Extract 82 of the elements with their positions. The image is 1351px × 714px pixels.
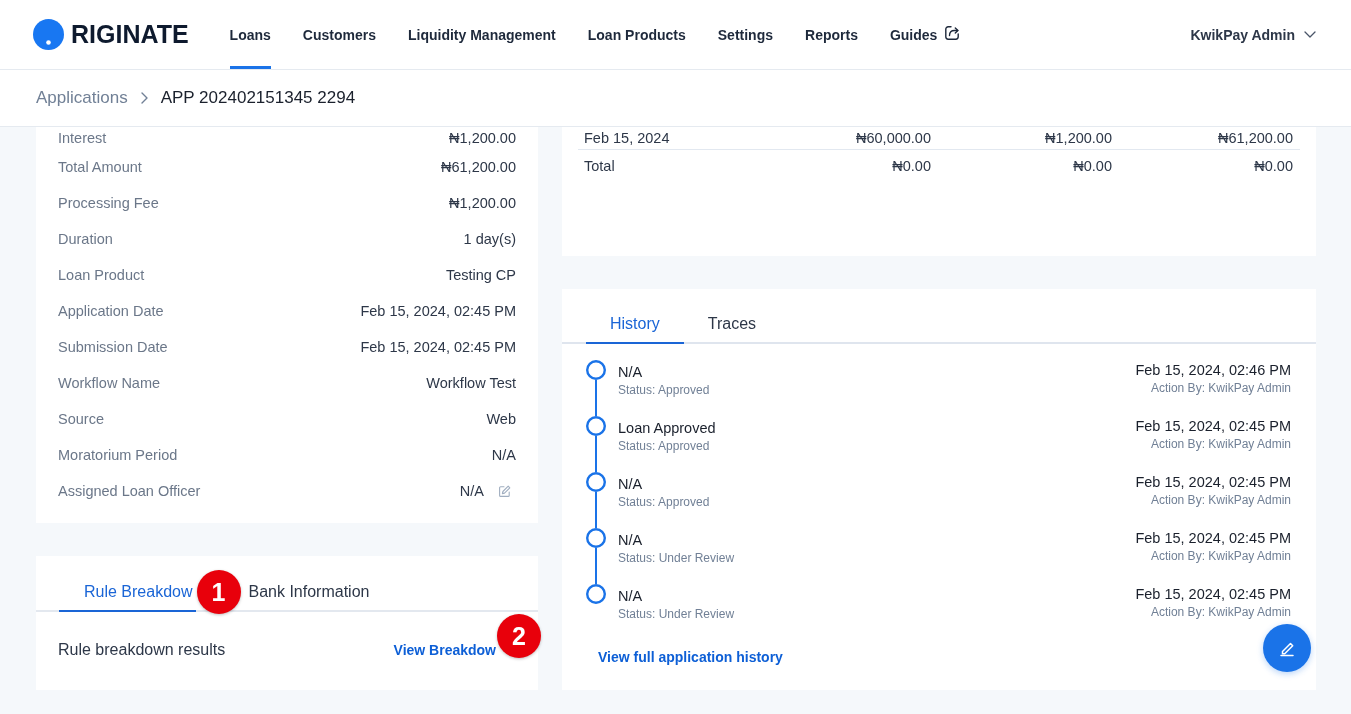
detail-value: ₦61,200.00 [441,159,516,175]
table-cell-text: ₦0.00 [1253,158,1294,174]
event-title: N/A [618,475,644,494]
detail-value: Feb 15, 2024, 02:45 PM [360,303,516,319]
detail-value: N/A [459,483,484,499]
tab[interactable]: Bank Information [242,572,373,612]
chevron-right-icon [140,92,148,104]
timeline-connector [595,492,597,528]
nav-link[interactable]: Reports [805,0,858,69]
timeline-connector [595,436,597,472]
view-breakdown-link[interactable]: View Breakdow [393,642,496,658]
callout-marker: 1 [196,570,241,614]
edit-fab-button[interactable] [1263,624,1311,672]
nav-link[interactable]: Guides [889,0,961,69]
detail-value: Feb 15, 2024, 02:45 PM [360,339,516,355]
event-actor: Action By: KwikPay Admin [1150,604,1291,620]
nav-link[interactable]: Settings [717,0,773,69]
event-date: Feb 15, 2024, 02:45 PM [1135,473,1291,492]
event-status: Status: Under Review [618,550,735,566]
timeline-circle-icon [586,528,606,548]
event-status: Status: Under Review [618,606,735,622]
detail-label: Assigned Loan Officer [58,483,201,499]
event-title: N/A [618,363,644,382]
event-date: Feb 15, 2024, 02:45 PM [1135,585,1291,604]
table-cell-text: ₦1,200.00 [1044,130,1113,146]
event-date: Feb 15, 2024, 02:46 PM [1135,361,1291,380]
event-status: Status: Approved [618,438,711,454]
event-actor: Action By: KwikPay Admin [1150,492,1291,508]
detail-label: Total Amount [58,159,142,175]
event-title: N/A [618,587,644,606]
nav-link[interactable]: Customers [302,0,376,69]
tab[interactable]: History [586,304,684,344]
rule-results-text: Rule breakdown results [58,641,226,659]
detail-label: Interest [58,130,107,146]
detail-label: Application Date [58,303,164,319]
view-history-link[interactable]: View full application history [598,649,783,665]
user-menu-button[interactable]: KwikPay Admin [1190,0,1316,69]
breadcrumb-link[interactable]: Applications [36,88,128,108]
timeline-circle-icon [586,472,606,492]
detail-value: Testing CP [445,267,516,283]
detail-label: Moratorium Period [58,447,178,463]
detail-value: Workflow Test [426,375,516,391]
chevron-down-icon [1304,31,1316,38]
event-status: Status: Approved [618,382,710,398]
detail-value: Web [486,411,516,427]
detail-value: 1 day(s) [463,231,516,247]
nav-link[interactable]: Liquidity Management [407,0,556,69]
detail-label: Processing Fee [58,195,159,211]
breadcrumb-current: APP 202402151345 2294 [160,88,356,108]
tab[interactable]: Traces [683,304,781,344]
table-cell-text: Feb 15, 2024 [583,130,671,146]
event-date: Feb 15, 2024, 02:45 PM [1135,529,1291,548]
table-cell-text: ₦60,000.00 [855,130,932,146]
logo-wordmark: RIGINATE [71,20,189,49]
detail-value: N/A [491,447,516,463]
detail-label: Source [58,411,104,427]
detail-label: Workflow Name [58,375,161,391]
callout-marker: 2 [497,614,541,658]
table-cell-text: ₦0.00 [891,158,932,174]
detail-value: ₦1,200.00 [449,195,516,211]
timeline-circle-icon [586,416,606,436]
table-cell-text: ₦61,200.00 [1217,130,1294,146]
logo-icon [33,19,64,50]
timeline-circle-icon [586,360,606,380]
detail-label: Submission Date [58,339,168,355]
event-actor: Action By: KwikPay Admin [1150,380,1291,396]
detail-label: Loan Product [58,267,145,283]
event-status: Status: Approved [618,494,710,510]
timeline-connector [595,548,597,584]
event-title: N/A [618,531,644,550]
table-cell-text: ₦0.00 [1072,158,1113,174]
nav-link[interactable]: Loan Products [587,0,686,69]
tab[interactable]: Rule Breakdow [59,572,196,612]
timeline-circle-icon [586,584,606,604]
event-actor: Action By: KwikPay Admin [1150,548,1291,564]
event-title: Loan Approved [618,419,716,438]
detail-value: ₦1,200.00 [449,130,516,146]
event-actor: Action By: KwikPay Admin [1150,436,1291,452]
detail-label: Duration [58,231,113,247]
table-cell-text: Total [583,158,616,174]
event-date: Feb 15, 2024, 02:45 PM [1135,417,1291,436]
timeline-connector [595,380,597,416]
